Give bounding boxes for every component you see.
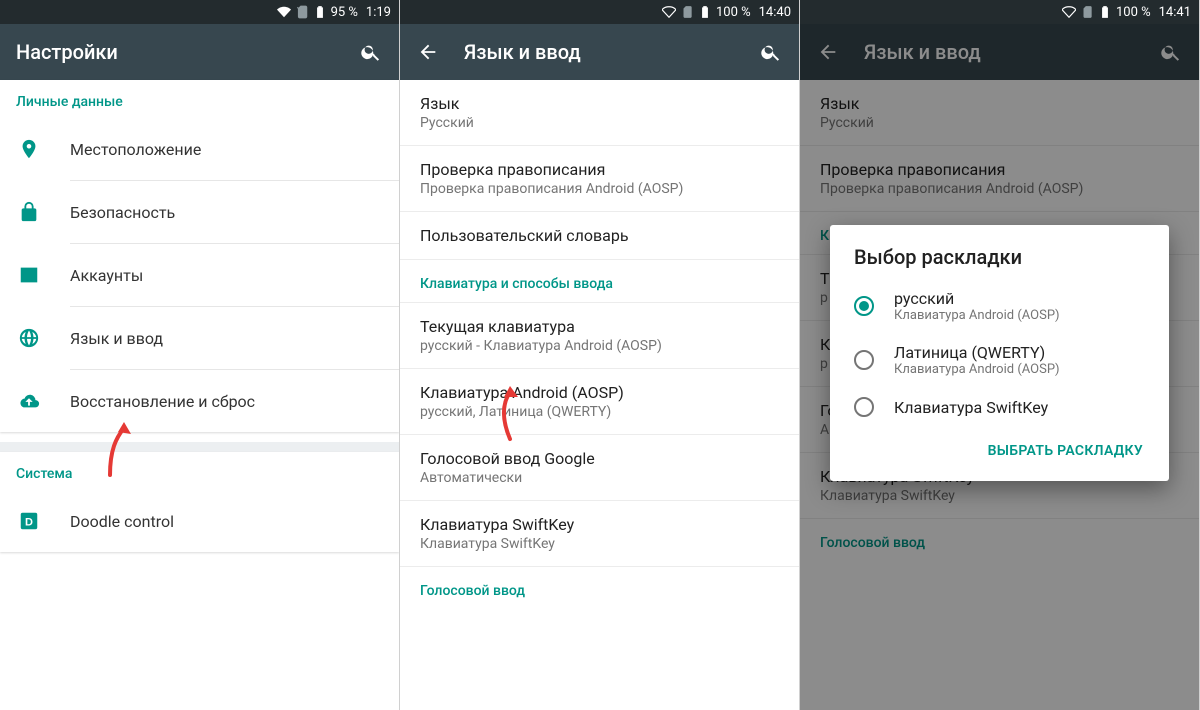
globe-icon (16, 325, 42, 351)
cloud-upload-icon (16, 388, 42, 414)
item-label: Местоположение (70, 140, 201, 159)
radio-checked-icon (854, 296, 874, 316)
option-latin-qwerty[interactable]: Латиница (QWERTY) Клавиатура Android (AO… (838, 333, 1161, 387)
choose-layout-button[interactable]: Выбрать раскладку (978, 435, 1153, 467)
section-personal: Личные данные Местоположение Безопасност… (0, 80, 399, 432)
phone-layout-dialog: 100 % 14:41 Язык и ввод Язык Русский Про… (800, 0, 1200, 710)
battery-icon (313, 5, 327, 19)
page-title: Настройки (16, 40, 335, 64)
section-system: Система D Doodle control (0, 452, 399, 552)
row-spellcheck[interactable]: Проверка правописания Проверка правописа… (400, 146, 799, 212)
lock-icon (16, 199, 42, 225)
option-title: русский (894, 289, 1060, 308)
sim-icon (295, 5, 309, 19)
dialog-actions: Выбрать раскладку (838, 427, 1161, 473)
clock-time: 14:40 (759, 5, 791, 20)
row-sub: Клавиатура SwiftKey (420, 536, 779, 552)
row-sub: Автоматически (420, 470, 779, 486)
page-title: Язык и ввод (464, 40, 735, 64)
row-title: Текущая клавиатура (420, 317, 779, 336)
battery-percent: 95 % (331, 5, 358, 20)
row-title: Язык (420, 94, 779, 113)
item-backup-reset[interactable]: Восстановление и сброс (0, 370, 399, 432)
row-sub: Проверка правописания Android (AOSP) (420, 181, 779, 197)
option-russian[interactable]: русский Клавиатура Android (AOSP) (838, 279, 1161, 333)
item-label: Восстановление и сброс (70, 392, 255, 411)
battery-icon (1098, 5, 1112, 19)
subsection-voice: Голосовой ввод (400, 567, 799, 599)
status-bar: 95 % 1:19 (0, 0, 399, 24)
svg-text:D: D (25, 517, 33, 529)
row-language[interactable]: Язык Русский (400, 80, 799, 146)
dialog-title: Выбор раскладки (838, 245, 1161, 279)
status-bar: 100 % 14:40 (400, 0, 799, 24)
wifi-icon (1062, 5, 1076, 19)
item-accounts[interactable]: Аккаунты (0, 244, 399, 306)
item-doodle[interactable]: D Doodle control (0, 490, 399, 552)
clock-time: 1:19 (366, 5, 391, 20)
account-icon (16, 262, 42, 288)
row-title: Клавиатура Android (AOSP) (420, 383, 779, 402)
item-location[interactable]: Местоположение (0, 118, 399, 180)
back-icon[interactable] (416, 40, 440, 64)
row-current-keyboard[interactable]: Текущая клавиатура русский - Клавиатура … (400, 303, 799, 369)
settings-list: Язык Русский Проверка правописания Прове… (400, 80, 799, 599)
option-sub: Клавиатура Android (AOSP) (894, 362, 1060, 377)
row-user-dictionary[interactable]: Пользовательский словарь (400, 212, 799, 260)
option-swiftkey[interactable]: Клавиатура SwiftKey (838, 387, 1161, 427)
search-icon[interactable] (359, 40, 383, 64)
subsection-keyboard: Клавиатура и способы ввода (400, 260, 799, 303)
option-title: Латиница (QWERTY) (894, 343, 1060, 362)
section-header-personal: Личные данные (0, 80, 399, 118)
phone-language-input: 100 % 14:40 Язык и ввод Язык Русский Про… (400, 0, 800, 710)
item-language-input[interactable]: Язык и ввод (0, 307, 399, 369)
battery-icon (698, 5, 712, 19)
option-sub: Клавиатура Android (AOSP) (894, 308, 1060, 323)
row-sub: Русский (420, 115, 779, 131)
item-label: Безопасность (70, 203, 175, 222)
radio-unchecked-icon (854, 350, 874, 370)
row-sub: русский, Латиница (QWERTY) (420, 404, 779, 420)
phone-settings: 95 % 1:19 Настройки Личные данные Местоп… (0, 0, 400, 710)
battery-percent: 100 % (1116, 5, 1151, 20)
item-label: Аккаунты (70, 266, 143, 285)
option-title: Клавиатура SwiftKey (894, 398, 1048, 417)
row-title: Пользовательский словарь (420, 226, 779, 245)
item-label: Язык и ввод (70, 329, 163, 348)
doodle-icon: D (16, 508, 42, 534)
sim-icon (1080, 5, 1094, 19)
item-label: Doodle control (70, 512, 174, 531)
row-aosp-keyboard[interactable]: Клавиатура Android (AOSP) русский, Латин… (400, 369, 799, 435)
row-google-voice[interactable]: Голосовой ввод Google Автоматически (400, 435, 799, 501)
row-swiftkey[interactable]: Клавиатура SwiftKey Клавиатура SwiftKey (400, 501, 799, 567)
pin-icon (16, 136, 42, 162)
section-header-system: Система (0, 452, 399, 490)
row-title: Клавиатура SwiftKey (420, 515, 779, 534)
wifi-icon (662, 5, 676, 19)
app-bar: Настройки (0, 24, 399, 80)
radio-unchecked-icon (854, 397, 874, 417)
search-icon[interactable] (759, 40, 783, 64)
sim-icon (680, 5, 694, 19)
row-title: Проверка правописания (420, 160, 779, 179)
item-security[interactable]: Безопасность (0, 181, 399, 243)
row-title: Голосовой ввод Google (420, 449, 779, 468)
app-bar: Язык и ввод (400, 24, 799, 80)
layout-picker-dialog: Выбор раскладки русский Клавиатура Andro… (830, 225, 1169, 481)
battery-percent: 100 % (716, 5, 751, 20)
wifi-icon (277, 5, 291, 19)
row-sub: русский - Клавиатура Android (AOSP) (420, 338, 779, 354)
clock-time: 14:41 (1159, 5, 1191, 20)
status-bar: 100 % 14:41 (800, 0, 1199, 24)
